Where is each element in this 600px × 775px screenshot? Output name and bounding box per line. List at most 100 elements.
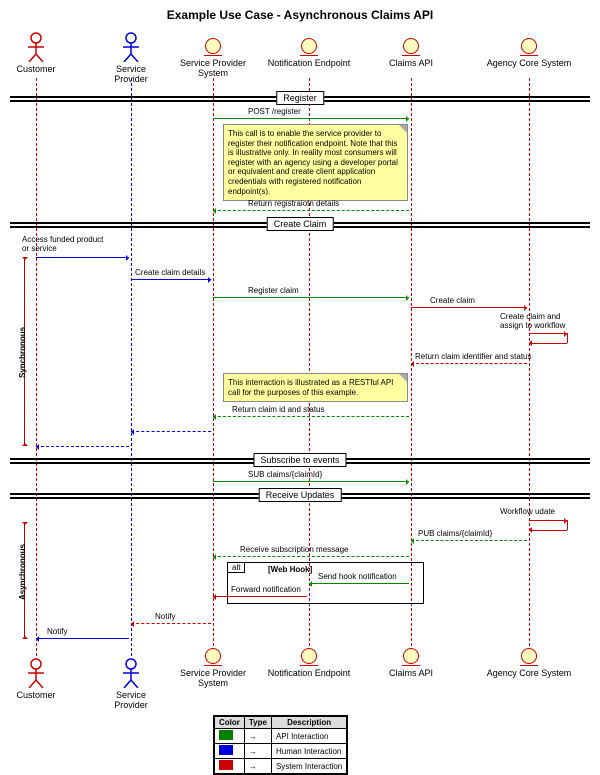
legend-color-system [219,760,233,770]
msg-notify-sp: Notify [155,612,175,621]
alt-condition: [Web Hook] [268,565,312,574]
participant-label: Notification Endpoint [264,58,354,68]
actor-customer-top: Customer [6,32,66,74]
section-create: Create Claim [267,217,334,231]
arrow [529,343,567,344]
stick-figure-icon [25,658,47,688]
arrow [36,446,129,447]
arrow [529,530,567,531]
self-loop [567,520,568,530]
participant-label: Claims API [381,668,441,678]
arrow-icon: → [244,744,271,759]
boundary-icon [403,648,419,664]
legend-h-desc: Description [271,717,346,729]
arrow [309,583,409,584]
msg-recv-sub: Receive subscription message [240,545,349,554]
stick-figure-icon [25,32,47,62]
participant-claims-top: Claims API [381,38,441,68]
boundary-icon [521,38,537,54]
arrow [213,481,409,482]
actor-label: Customer [6,690,66,700]
participant-spsystem-bottom: Service Provider System [177,648,249,688]
actor-label: Service Provider [101,690,161,710]
arrow [529,333,567,334]
participant-label: Claims API [381,58,441,68]
lifeline [529,78,530,646]
participant-label: Agency Core System [484,58,574,68]
participant-label: Service Provider System [177,58,249,78]
async-label: Asynchronous [18,544,27,600]
msg-return-id: Return claim identifier and status [415,352,532,361]
arrow [131,279,211,280]
msg-sub: SUB claims/{claimId} [248,470,322,479]
arrow [36,638,129,639]
participant-notif-bottom: Notification Endpoint [264,648,354,678]
msg-notify-cust: Notify [47,627,67,636]
legend-h-color: Color [215,717,245,729]
actor-provider-bottom: Service Provider [101,658,161,710]
actor-label: Customer [6,64,66,74]
msg-register-claim: Register claim [248,286,299,295]
lifeline [36,78,37,656]
msg-hook: Send hook notification [318,572,397,581]
legend-color-human [219,745,233,755]
arrow [213,556,409,557]
participant-label: Agency Core System [484,668,574,678]
participant-agency-bottom: Agency Core System [484,648,574,678]
msg-create-details: Create claim details [135,268,205,277]
arrow-icon: → [244,729,271,744]
legend-color-api [219,730,233,740]
msg-reg-return: Return registraiotn details [248,199,339,208]
participant-claims-bottom: Claims API [381,648,441,678]
arrow [213,416,409,417]
arrow [36,257,129,258]
arrow [213,210,409,211]
legend-system: System Interaction [271,759,346,774]
sync-label: Synchronous [18,327,27,378]
note-register: This call is to enable the service provi… [223,124,408,201]
boundary-icon [205,38,221,54]
participant-spsystem-top: Service Provider System [177,38,249,78]
boundary-icon [301,38,317,54]
section-receive: Receive Updates [259,488,342,502]
legend-api: API Interaction [271,729,346,744]
legend-h-type: Type [244,717,271,729]
msg-forward: Forward notification [231,585,301,594]
msg-pub: PUB claims/{claimId} [418,529,492,538]
participant-notif-top: Notification Endpoint [264,38,354,68]
boundary-icon [205,648,221,664]
lifeline [131,78,132,656]
msg-post-register: POST /register [248,107,301,116]
self-loop [567,333,568,343]
section-subscribe: Subscribe to events [253,453,346,467]
participant-label: Notification Endpoint [264,668,354,678]
msg-return-claim: Return claim id and status [232,405,325,414]
arrow [411,307,527,308]
arrow [213,297,409,298]
msg-create-claim: Create claim [430,296,475,305]
msg-assign-workflow: Create claim and assign to workflow [500,312,580,330]
alt-label: alt [227,562,245,573]
arrow [411,363,527,364]
arrow [131,623,211,624]
actor-customer-bottom: Customer [6,658,66,700]
stick-figure-icon [120,32,142,62]
boundary-icon [403,38,419,54]
sequence-diagram: Example Use Case - Asynchronous Claims A… [0,0,600,771]
lifeline [213,78,214,646]
participant-label: Service Provider System [177,668,249,688]
legend-human: Human Interaction [271,744,346,759]
boundary-icon [521,648,537,664]
arrow [213,118,409,119]
diagram-title: Example Use Case - Asynchronous Claims A… [0,8,600,22]
boundary-icon [301,648,317,664]
arrow [529,520,567,521]
legend: ColorTypeDescription →API Interaction →H… [213,715,348,775]
note-rest: This interraction is illustrated as a RE… [223,373,408,402]
arrow-icon: → [244,759,271,774]
arrow [411,540,527,541]
arrow [213,596,307,597]
actor-provider-top: Service Provider [101,32,161,84]
arrow [131,431,211,432]
msg-workflow-update: Workflow udate [500,507,570,516]
